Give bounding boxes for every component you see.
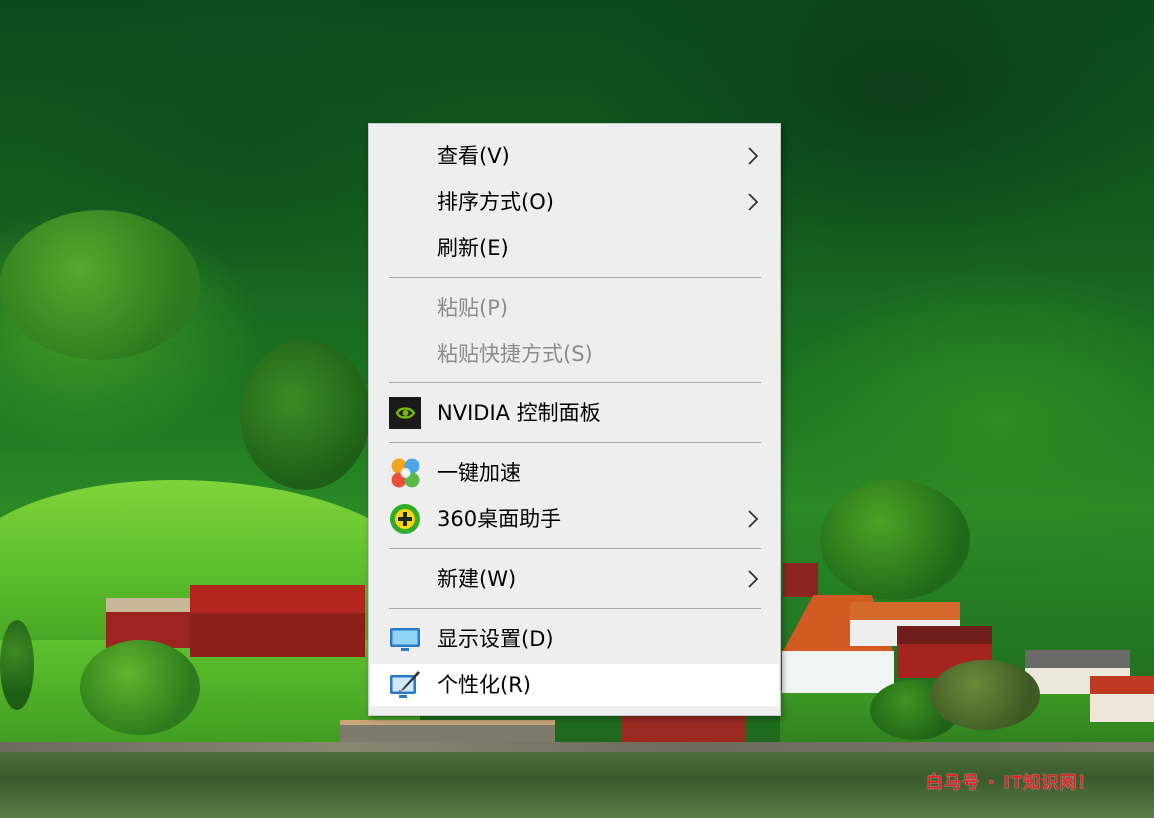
menu-item-360-desktop-helper[interactable]: 360桌面助手 <box>370 498 779 540</box>
menu-item-nvidia-control-panel[interactable]: NVIDIA 控制面板 <box>370 392 779 434</box>
wallpaper-tree <box>820 480 970 600</box>
chevron-right-icon <box>748 193 759 211</box>
menu-separator <box>389 442 761 443</box>
menu-item-paste-shortcut[interactable]: 粘贴快捷方式(S) <box>370 333 779 375</box>
menu-item-personalize[interactable]: 个性化(R) <box>370 664 779 706</box>
nvidia-icon <box>389 397 421 429</box>
menu-item-label: 排序方式(O) <box>437 190 554 214</box>
desktop-context-menu: 查看(V) 排序方式(O) 刷新(E) 粘贴(P) 粘贴快捷方式(S) NVID… <box>368 123 781 716</box>
menu-separator <box>389 277 761 278</box>
menu-item-new[interactable]: 新建(W) <box>370 558 779 600</box>
menu-item-label: 显示设置(D) <box>437 627 554 651</box>
wallpaper-tree <box>0 620 34 710</box>
menu-item-label: 查看(V) <box>437 144 510 168</box>
menu-item-speedup[interactable]: 一键加速 <box>370 452 779 494</box>
wallpaper-house <box>1090 676 1154 722</box>
menu-item-label: 个性化(R) <box>437 673 531 697</box>
watermark: 白马号 · IT知识网！ <box>926 768 1096 793</box>
menu-item-label: NVIDIA 控制面板 <box>437 401 601 425</box>
menu-item-paste[interactable]: 粘贴(P) <box>370 287 779 329</box>
wallpaper-tree <box>930 660 1040 730</box>
menu-item-label: 粘贴(P) <box>437 296 509 320</box>
menu-separator <box>389 608 761 609</box>
watermark-right: IT知识网！ <box>1003 773 1096 793</box>
wallpaper-house <box>783 563 818 597</box>
menu-item-label: 粘贴快捷方式(S) <box>437 342 593 366</box>
menu-item-label: 刷新(E) <box>437 236 509 260</box>
speedup-icon <box>391 458 420 488</box>
menu-item-sort[interactable]: 排序方式(O) <box>370 181 779 223</box>
chevron-right-icon <box>748 510 759 528</box>
display-icon <box>390 628 420 651</box>
wallpaper-tree <box>240 340 370 490</box>
menu-separator <box>389 382 761 383</box>
wallpaper-tree <box>0 210 200 360</box>
menu-item-label: 新建(W) <box>437 567 517 591</box>
menu-separator <box>389 548 761 549</box>
wallpaper-house <box>190 585 365 657</box>
360-icon <box>390 504 420 534</box>
menu-item-refresh[interactable]: 刷新(E) <box>370 227 779 269</box>
watermark-separator: · <box>988 773 996 793</box>
menu-item-view[interactable]: 查看(V) <box>370 135 779 177</box>
chevron-right-icon <box>748 147 759 165</box>
wallpaper-tree <box>80 640 200 735</box>
chevron-right-icon <box>748 570 759 588</box>
menu-item-label: 一键加速 <box>437 461 521 485</box>
watermark-left: 白马号 <box>926 773 980 793</box>
personalize-icon <box>390 671 420 698</box>
menu-item-display-settings[interactable]: 显示设置(D) <box>370 618 779 660</box>
menu-item-label: 360桌面助手 <box>437 507 562 531</box>
